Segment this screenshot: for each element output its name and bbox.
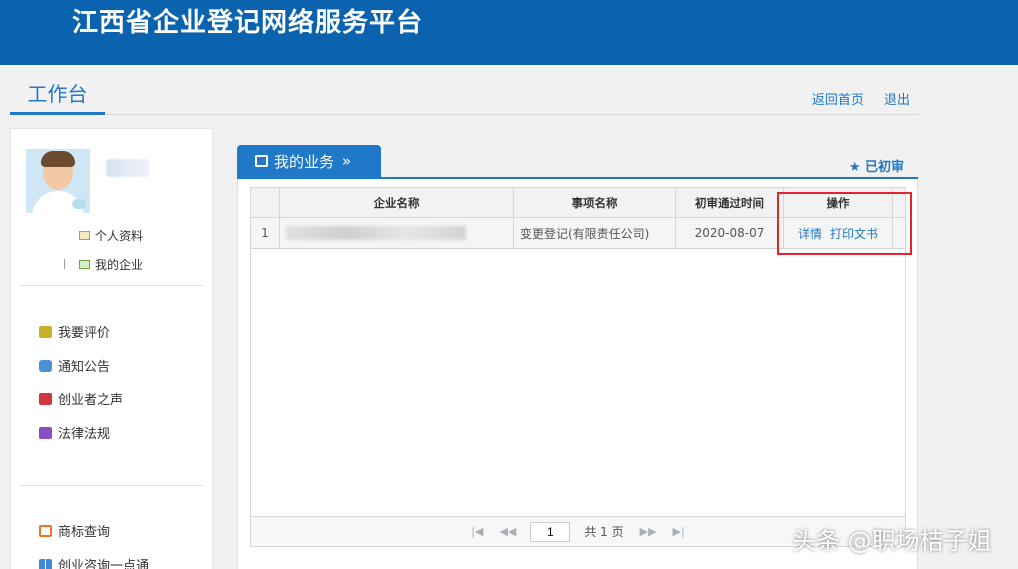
top-header: 江西省企业登记网络服务平台 (0, 0, 1018, 65)
home-link[interactable]: 返回首页 (812, 93, 864, 108)
page-number-input[interactable] (530, 521, 571, 542)
nav-label: 法律法规 (58, 427, 111, 442)
my-company-label: 我的企业 (95, 258, 144, 272)
trademark-icon (39, 524, 52, 537)
nav-item-notices[interactable]: 通知公告 (39, 356, 110, 375)
profile-label: 个人资料 (95, 229, 144, 243)
company-icon (79, 260, 90, 269)
nav-label: 我要评价 (58, 326, 111, 341)
status-filter-link[interactable]: ★ 已初审 (849, 156, 904, 175)
header-date: 初审通过时间 (676, 188, 784, 218)
workbench-bar: 工作台 返回首页 退出 (10, 72, 918, 115)
chevron-right-icon: » (342, 152, 352, 170)
business-icon (255, 155, 268, 167)
header-item: 事项名称 (514, 188, 676, 218)
sidebar-divider (19, 285, 204, 286)
profile-icon (79, 231, 90, 240)
prev-page-icon[interactable]: ◀◀ (499, 525, 516, 538)
sidebar-divider (19, 485, 204, 486)
top-links: 返回首页 退出 (796, 89, 910, 108)
watermark: 头条 @职场桔子姐 (792, 527, 992, 555)
nav-item-consult[interactable]: 创业咨询一点通 (39, 555, 149, 569)
first-page-icon[interactable]: |◀ (471, 525, 483, 538)
total-pages: 共 1 页 (584, 525, 624, 539)
nav-item-laws[interactable]: 法律法规 (39, 423, 110, 442)
workbench-title: 工作台 (10, 78, 105, 115)
company-name-blurred (286, 226, 466, 240)
highlight-box (777, 192, 912, 255)
divider-tick (64, 259, 65, 269)
mail-icon (39, 392, 52, 405)
my-company-link[interactable]: 我的企业 (79, 256, 143, 273)
nav-label: 通知公告 (58, 360, 111, 375)
tab-label: 我的业务 (274, 152, 335, 171)
profile-link[interactable]: 个人资料 (79, 227, 143, 244)
last-page-icon[interactable]: ▶| (673, 525, 685, 538)
row-index: 1 (251, 218, 280, 248)
site-title: 江西省企业登记网络服务平台 (72, 8, 424, 38)
nav-label: 创业咨询一点通 (58, 559, 150, 569)
chat-icon (39, 359, 52, 372)
row-company (280, 218, 514, 248)
nav-item-evaluate[interactable]: 我要评价 (39, 322, 110, 341)
header-company: 企业名称 (280, 188, 514, 218)
next-page-icon[interactable]: ▶▶ (640, 525, 657, 538)
grid-icon (39, 558, 52, 569)
nav-label: 商标查询 (58, 525, 111, 540)
evaluate-icon (39, 325, 52, 338)
sidebar: 个人资料 我的企业 我要评价 通知公告 创业者之声 法律法规 商标查询 创业咨询… (10, 128, 213, 569)
nav-item-trademark[interactable]: 商标查询 (39, 521, 110, 540)
logout-link[interactable]: 退出 (884, 93, 910, 108)
tab-row: 我的业务 » ★ 已初审 (237, 145, 918, 179)
nav-item-founder-voice[interactable]: 创业者之声 (39, 389, 123, 408)
avatar (26, 149, 90, 213)
header-index (251, 188, 280, 218)
row-date: 2020-08-07 (676, 218, 784, 248)
tab-my-business[interactable]: 我的业务 » (237, 145, 381, 177)
username-blurred (106, 159, 150, 177)
row-item: 变更登记(有限责任公司) (514, 218, 676, 248)
nav-label: 创业者之声 (58, 393, 124, 408)
books-icon (39, 426, 52, 439)
